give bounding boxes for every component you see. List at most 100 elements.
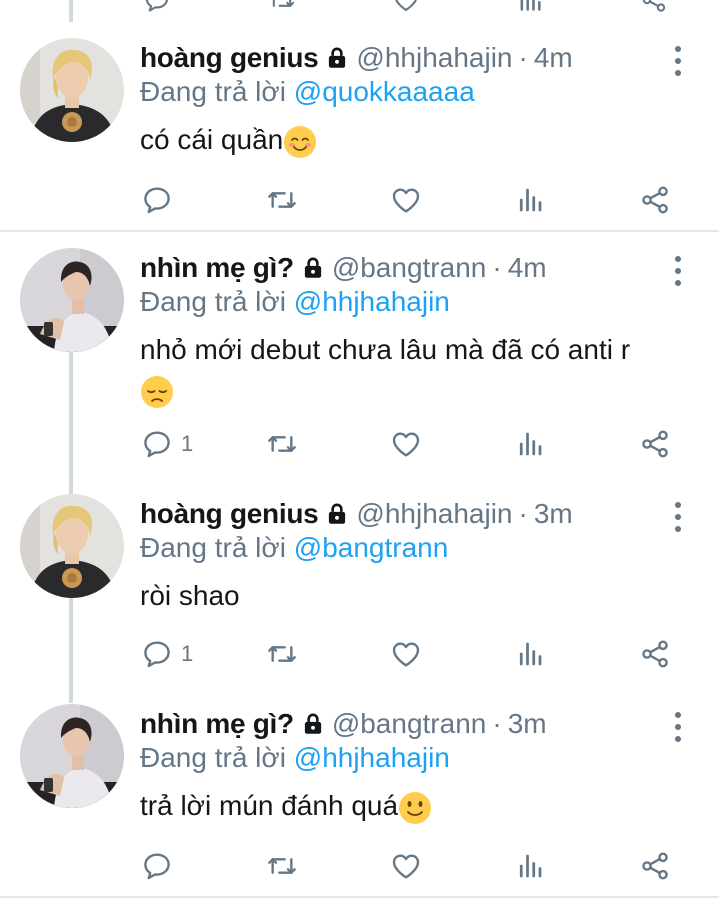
timestamp[interactable]: 4m (508, 252, 547, 284)
analytics-icon (515, 429, 545, 459)
tweet-text: nhỏ mới debut chưa lâu mà đã có anti r (140, 330, 630, 370)
like-icon[interactable] (392, 0, 420, 14)
avatar[interactable] (20, 704, 124, 808)
pensive-emoji (141, 375, 173, 408)
reply-button[interactable]: 1 (141, 424, 193, 464)
avatar[interactable] (20, 494, 124, 598)
reply-icon (141, 850, 173, 882)
analytics-icon (515, 185, 545, 215)
lock-icon (300, 255, 326, 281)
action-bar (0, 846, 719, 886)
separator-dot: · (518, 498, 528, 529)
reply-icon (141, 428, 173, 460)
mention-link[interactable]: @quokkaaaaa (294, 76, 475, 107)
tweet-text: có cái quần (140, 120, 317, 160)
reply-icon[interactable] (143, 0, 171, 14)
analytics-button[interactable] (515, 846, 545, 886)
like-button[interactable] (390, 634, 422, 674)
thread-line (69, 0, 73, 22)
reply-context: Đang trả lời @bangtrann (140, 532, 448, 564)
action-bar: 1 (0, 424, 719, 464)
share-icon (639, 638, 671, 670)
reply-prefix: Đang trả lời (140, 742, 286, 773)
more-options-icon[interactable] (672, 712, 684, 742)
tweet-text-line: có cái quần (140, 124, 284, 155)
thread-line (69, 352, 73, 494)
tweet-text: trả lời mún đánh quá (140, 786, 432, 826)
retweet-icon[interactable] (268, 0, 296, 14)
display-name[interactable]: hoàng genius (140, 498, 319, 530)
share-button[interactable] (639, 424, 671, 464)
analytics-icon (515, 639, 545, 669)
like-button[interactable] (390, 846, 422, 886)
tweet-header: hoàng genius @hhjhahajin · 3m (140, 494, 573, 534)
retweet-icon (266, 850, 298, 882)
tweet-header: nhìn mẹ gì? @bangtrann · 3m (140, 704, 547, 744)
retweet-button[interactable] (266, 846, 298, 886)
like-icon (390, 184, 422, 216)
retweet-icon (266, 428, 298, 460)
share-button[interactable] (639, 846, 671, 886)
action-bar (0, 180, 719, 220)
more-options-icon[interactable] (672, 502, 684, 532)
like-button[interactable] (390, 180, 422, 220)
analytics-button[interactable] (515, 634, 545, 674)
share-button[interactable] (639, 180, 671, 220)
previous-tweet-actions (0, 0, 719, 6)
tweet-header: hoàng genius @hhjhahajin · 4m (140, 38, 573, 78)
mention-link[interactable]: @bangtrann (294, 532, 449, 563)
retweet-button[interactable] (266, 634, 298, 674)
user-handle[interactable]: @bangtrann (332, 708, 487, 740)
like-icon (390, 850, 422, 882)
user-handle[interactable]: @bangtrann (332, 252, 487, 284)
reply-context: Đang trả lời @hhjhahajin (140, 742, 450, 774)
avatar[interactable] (20, 248, 124, 352)
share-icon (639, 428, 671, 460)
action-bar: 1 (0, 634, 719, 674)
retweet-icon (266, 638, 298, 670)
separator-dot: · (518, 42, 528, 73)
separator-dot: · (492, 252, 502, 283)
mention-link[interactable]: @hhjhahajin (294, 742, 450, 773)
more-options-icon[interactable] (672, 256, 684, 286)
tweet-header: nhìn mẹ gì? @bangtrann · 4m (140, 248, 547, 288)
display-name[interactable]: nhìn mẹ gì? (140, 708, 294, 740)
reply-button[interactable] (141, 846, 181, 886)
reply-button[interactable] (141, 180, 181, 220)
timestamp[interactable]: 4m (534, 42, 573, 74)
retweet-button[interactable] (266, 424, 298, 464)
analytics-icon (515, 851, 545, 881)
reply-prefix: Đang trả lời (140, 76, 286, 107)
reply-button[interactable]: 1 (141, 634, 193, 674)
avatar[interactable] (20, 38, 124, 142)
reply-count: 1 (181, 641, 194, 666)
separator-dot: · (492, 708, 502, 739)
reply-context: Đang trả lời @quokkaaaaa (140, 76, 475, 108)
divider (0, 230, 719, 232)
display-name[interactable]: hoàng genius (140, 42, 319, 74)
analytics-icon[interactable] (516, 0, 544, 14)
like-icon (390, 428, 422, 460)
analytics-button[interactable] (515, 180, 545, 220)
display-name[interactable]: nhìn mẹ gì? (140, 252, 294, 284)
more-options-icon[interactable] (672, 46, 684, 76)
reply-count: 1 (181, 431, 194, 456)
timestamp[interactable]: 3m (534, 498, 573, 530)
smiling-blush-emoji (284, 125, 317, 158)
reply-icon (141, 638, 173, 670)
divider (0, 896, 719, 898)
like-button[interactable] (390, 424, 422, 464)
user-handle[interactable]: @hhjhahajin (356, 498, 512, 530)
user-handle[interactable]: @hhjhahajin (356, 42, 512, 74)
lock-icon (324, 501, 350, 527)
share-button[interactable] (639, 634, 671, 674)
retweet-button[interactable] (266, 180, 298, 220)
like-icon (390, 638, 422, 670)
timestamp[interactable]: 3m (508, 708, 547, 740)
share-icon[interactable] (640, 0, 668, 14)
reply-prefix: Đang trả lời (140, 286, 286, 317)
analytics-button[interactable] (515, 424, 545, 464)
mention-link[interactable]: @hhjhahajin (294, 286, 450, 317)
tweet-text: ròi shao (140, 576, 240, 616)
lock-icon (300, 711, 326, 737)
